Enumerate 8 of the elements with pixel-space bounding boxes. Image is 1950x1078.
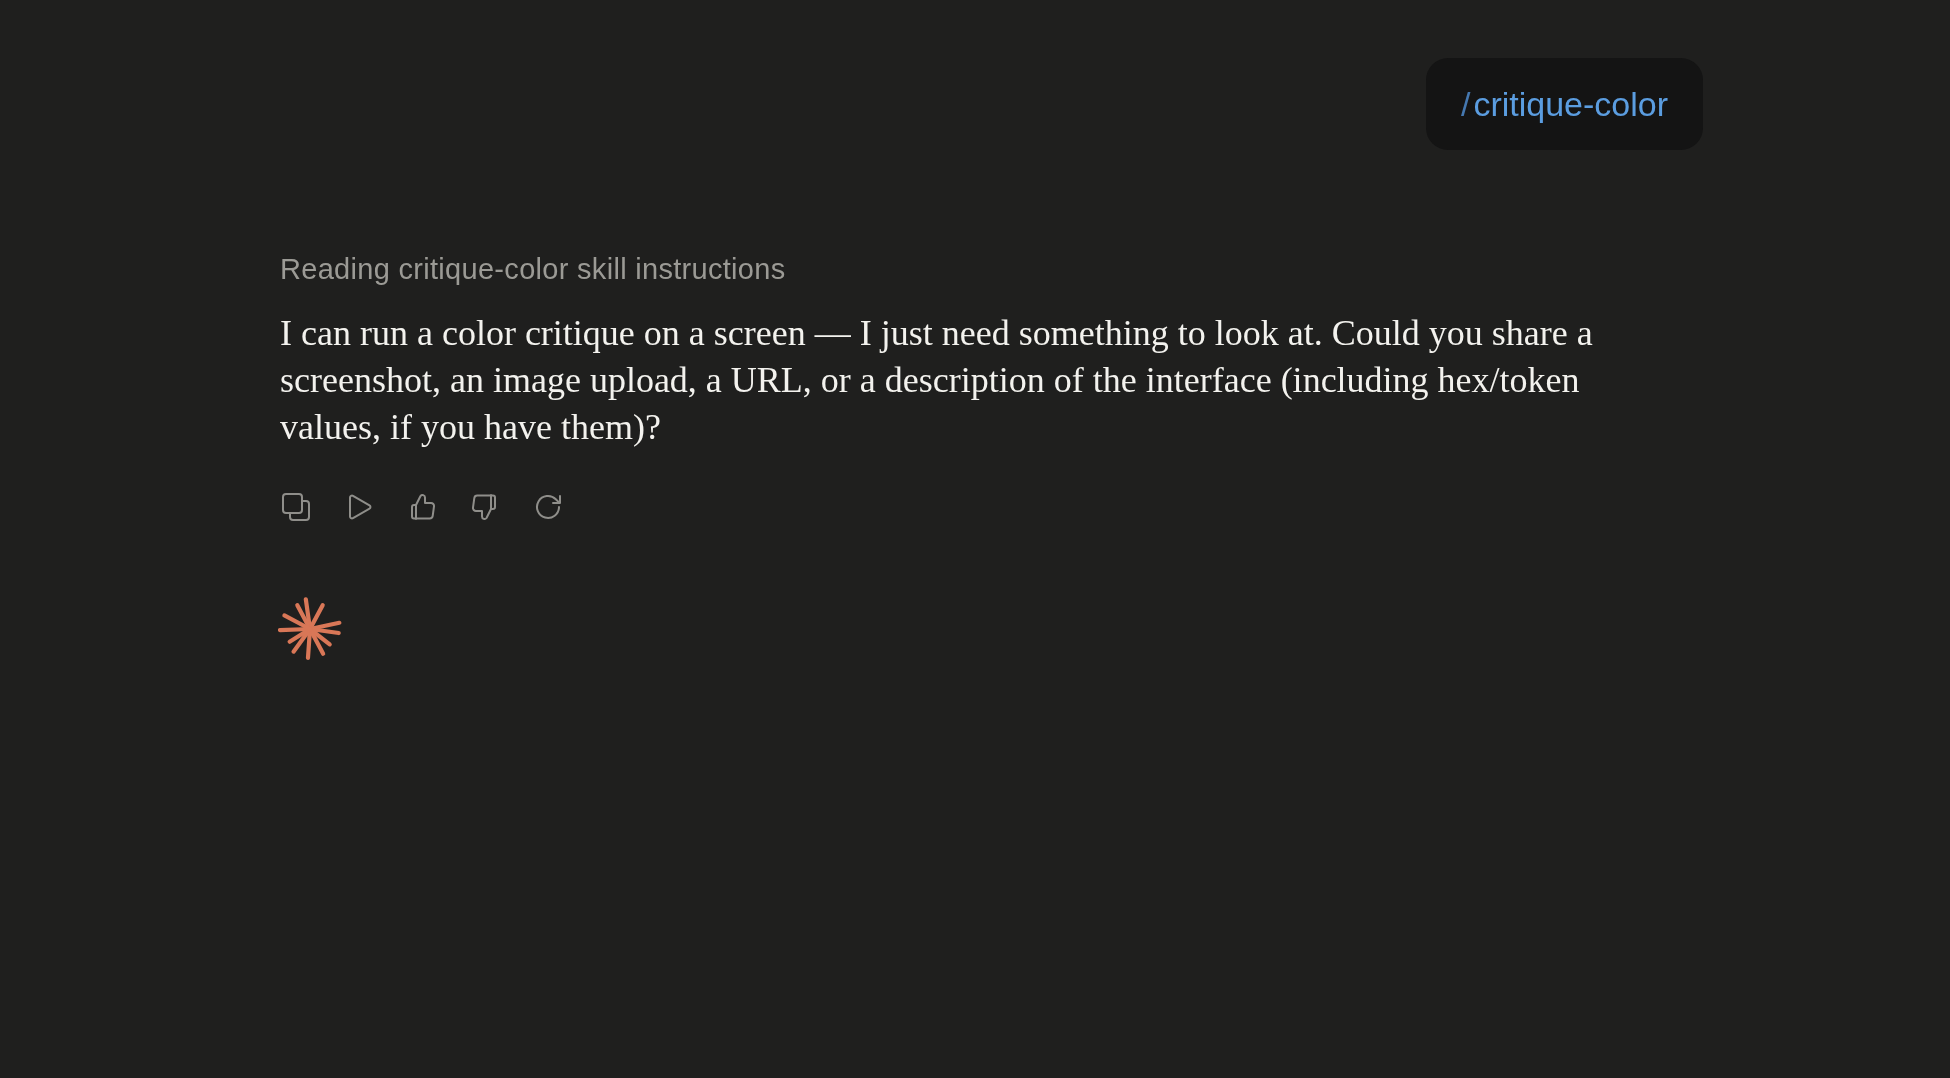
thumbs-up-icon: [408, 493, 436, 521]
status-text: Reading critique-color skill instructions: [280, 252, 786, 287]
starburst-icon: [278, 597, 342, 661]
copy-icon: [282, 493, 310, 521]
circular-arrow-icon: [534, 493, 562, 521]
thumbs-down-icon: [471, 493, 499, 521]
slash-command: /critique-color: [1460, 84, 1668, 124]
assistant-message: I can run a color critique on a screen — I just need something to look at. Could you share a screenshot, an image upload, a URL, or a description of the interface (including hex/token values, if you have them)?: [280, 312, 1594, 449]
